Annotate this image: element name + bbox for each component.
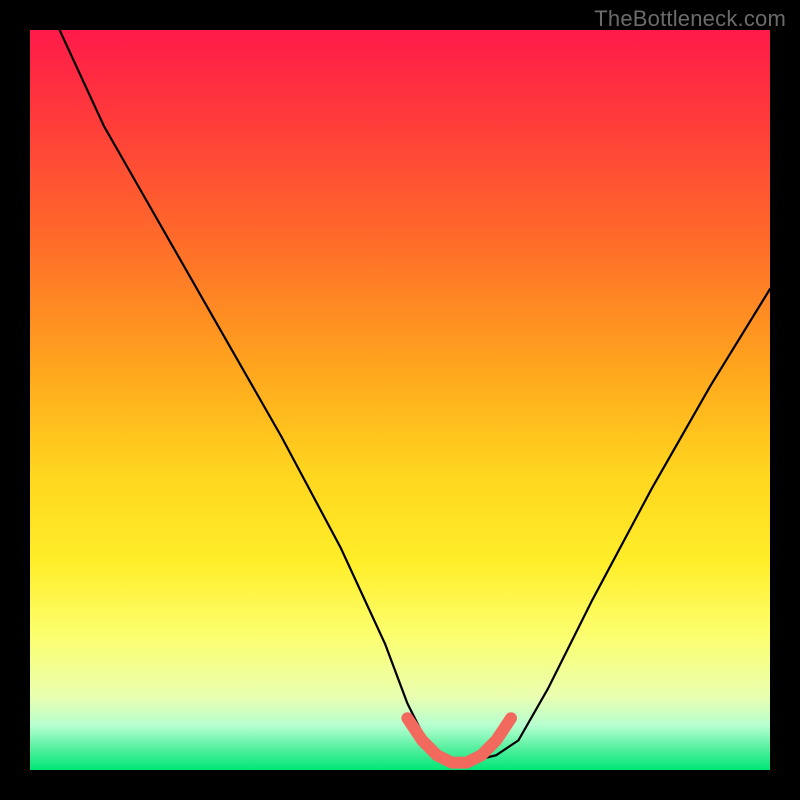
chart-frame: TheBottleneck.com <box>0 0 800 800</box>
bottleneck-curve <box>60 30 770 763</box>
chart-svg <box>30 30 770 770</box>
plot-area <box>30 30 770 770</box>
watermark-text: TheBottleneck.com <box>594 6 786 32</box>
